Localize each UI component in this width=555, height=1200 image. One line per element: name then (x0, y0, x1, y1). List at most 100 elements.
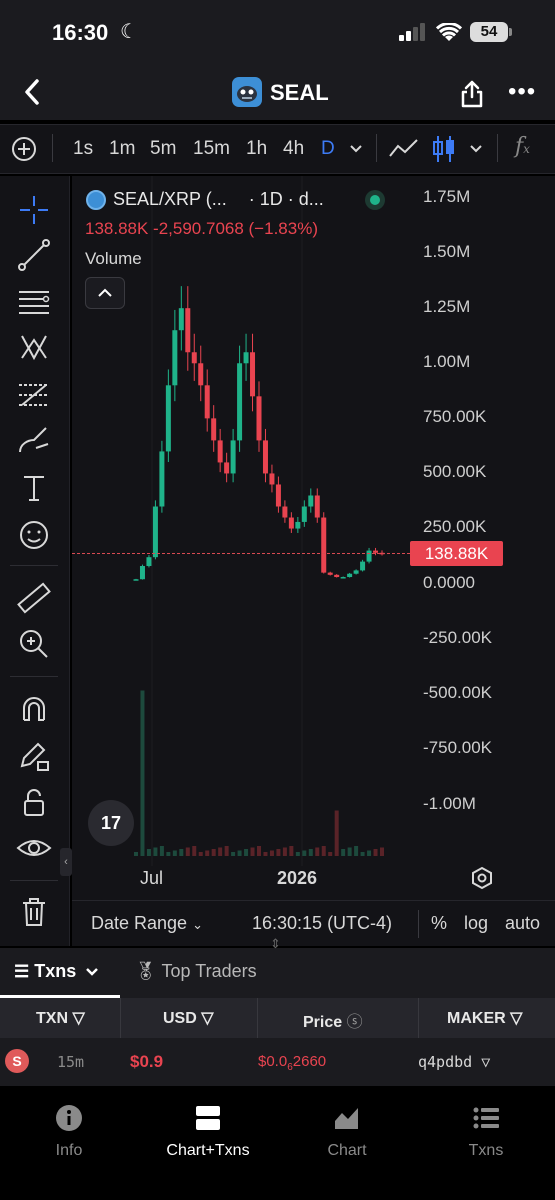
unlock-tool[interactable] (14, 783, 54, 823)
share-button[interactable] (460, 80, 484, 113)
y-tick: -250.00K (423, 628, 492, 647)
fib-tool[interactable] (14, 375, 54, 415)
nav-chart-txns[interactable]: Chart+Txns (148, 1103, 268, 1160)
tab-top-traders[interactable]: 🏅︎ Top Traders (134, 961, 257, 982)
volume-label: Volume (85, 249, 142, 268)
filter-icon: ▽ (481, 1053, 491, 1071)
percent-scale-toggle[interactable]: % (431, 913, 447, 934)
timeframe-d[interactable]: D (321, 138, 335, 160)
column-header-usd[interactable]: USD ▽ (163, 1008, 214, 1028)
pattern-icon (21, 335, 47, 361)
volume-bar (218, 847, 223, 856)
candle-body (360, 561, 366, 571)
add-indicator-icon[interactable] (11, 136, 37, 162)
auto-scale-toggle[interactable]: auto (505, 913, 540, 934)
timeframe-1m[interactable]: 1m (109, 138, 135, 160)
crosshair-tool[interactable] (14, 190, 54, 230)
nav-txns[interactable]: Txns (426, 1103, 546, 1160)
divider (376, 134, 377, 162)
candle-body (185, 308, 191, 353)
volume-bar (185, 847, 190, 856)
zoom-tool[interactable] (14, 624, 54, 664)
chevron-up-icon (98, 288, 112, 297)
timeframe-1s[interactable]: 1s (73, 138, 93, 160)
log-scale-toggle[interactable]: log (464, 913, 488, 934)
ruler-tool[interactable] (14, 578, 54, 618)
emoji-tool[interactable] (14, 515, 54, 555)
candle-body (237, 363, 243, 441)
page-title: SEAL (270, 80, 329, 105)
toolbar-toggle-handle[interactable]: ‹ (60, 848, 72, 876)
volume-bar (328, 852, 333, 856)
column-header-price[interactable]: Price ⓢ (303, 1008, 363, 1032)
timeframe-5m[interactable]: 5m (150, 138, 176, 160)
volume-bar (360, 852, 365, 856)
trend-line-tool[interactable] (14, 235, 54, 275)
text-icon (24, 476, 44, 501)
magnet-icon (23, 697, 45, 721)
market-status-icon (365, 190, 385, 210)
back-button[interactable] (22, 78, 42, 113)
currency-toggle-icon: ⓢ (346, 1014, 363, 1031)
chevron-down-icon[interactable] (469, 144, 483, 154)
brush-icon (19, 427, 49, 453)
nav-label: Chart+Txns (166, 1142, 250, 1159)
battery-tip (509, 28, 512, 36)
timeframe-1h[interactable]: 1h (246, 138, 267, 160)
lock-drawing-tool[interactable] (14, 736, 54, 776)
nav-info[interactable]: Info (9, 1103, 129, 1160)
candle-body (139, 566, 145, 580)
y-tick: 500.00K (423, 462, 487, 481)
ruler-icon (17, 582, 51, 614)
tab-txns[interactable]: ☰ Txns (14, 961, 99, 982)
volume-bar (146, 849, 151, 856)
delete-drawings-tool[interactable] (14, 892, 54, 932)
line-chart-type-icon[interactable] (388, 136, 420, 162)
y-tick: -750.00K (423, 738, 492, 757)
horizontal-lines-tool[interactable] (14, 282, 54, 322)
wifi-icon (436, 23, 462, 41)
pattern-tool[interactable] (14, 328, 54, 368)
chart-settings-button[interactable] (470, 866, 494, 895)
collapse-indicators-button[interactable] (85, 277, 125, 309)
resize-handle-icon[interactable]: ⇕ (270, 936, 281, 952)
magnet-tool[interactable] (14, 690, 54, 730)
date-range-button[interactable]: Date Range ⌄ (91, 913, 203, 934)
text-tool[interactable] (14, 468, 54, 508)
brush-tool[interactable] (14, 420, 54, 460)
timezone-clock[interactable]: 16:30:15 (UTC-4) (252, 913, 392, 934)
pair-logo (86, 190, 106, 210)
chevron-down-icon[interactable] (349, 144, 363, 154)
chevron-down-icon: ⌄ (192, 917, 203, 932)
column-header-maker[interactable]: MAKER ▽ (447, 1008, 522, 1028)
chevron-down-icon (86, 968, 99, 976)
candle-body (178, 308, 184, 331)
candles-icon[interactable] (432, 134, 456, 164)
candle-body (334, 574, 340, 578)
more-options-button[interactable]: ••• (508, 78, 536, 106)
chart-legend-title[interactable]: SEAL/XRP (... · 1D · d... (113, 189, 324, 210)
column-header-txn[interactable]: TXN ▽ (36, 1008, 85, 1028)
volume-bar (134, 852, 138, 856)
tab-txns-label: Txns (34, 961, 77, 981)
trend-line-icon (18, 239, 50, 271)
volume-bar (354, 846, 359, 856)
timeframe-4h[interactable]: 4h (283, 138, 304, 160)
status-time: 16:30 (52, 20, 109, 45)
volume-bar (334, 810, 339, 856)
volume-bar (140, 690, 145, 856)
candle-body (172, 330, 178, 386)
share-icon (461, 80, 483, 108)
nav-label: Chart (327, 1142, 367, 1159)
divider (10, 676, 58, 677)
txn-maker[interactable]: q4pdbd ▽ (418, 1053, 490, 1071)
indicators-fx-icon[interactable]: fx (515, 134, 530, 159)
volume-bar (250, 847, 255, 856)
volume-bar (308, 849, 313, 856)
visibility-tool[interactable] (14, 828, 54, 868)
timeframe-15m[interactable]: 15m (193, 138, 230, 160)
volume-bar (289, 846, 294, 856)
unlock-icon (24, 789, 44, 816)
nav-label: Txns (468, 1142, 504, 1159)
nav-chart[interactable]: Chart (287, 1103, 407, 1160)
